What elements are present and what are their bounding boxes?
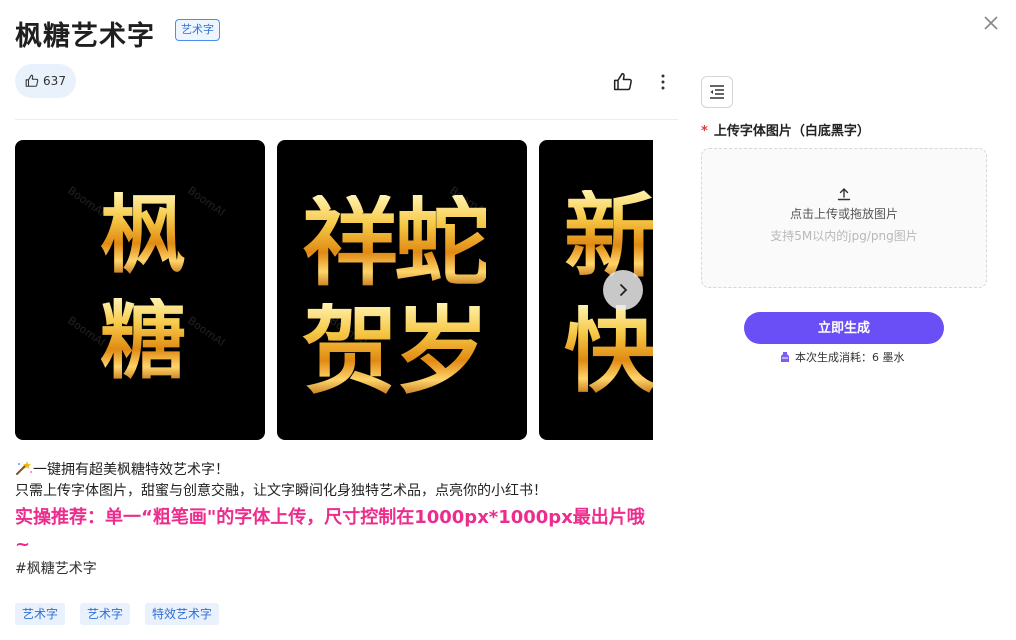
gallery-image-1[interactable]: BoomAI BoomAI BoomAI BoomAI 枫 糖 xyxy=(15,140,265,440)
tag-list: 艺术字 艺术字 特效艺术字 xyxy=(15,603,220,625)
upload-icon xyxy=(837,188,851,201)
cost-text: 本次生成消耗：6 墨水 xyxy=(795,351,905,364)
art-text: 快 xyxy=(564,305,653,397)
page-title: 枫糖艺术字 xyxy=(15,21,155,52)
chevron-right-icon xyxy=(620,284,628,296)
art-text: 祥蛇 xyxy=(302,186,490,299)
art-text: 贺岁 xyxy=(302,294,490,407)
art-text: 新 xyxy=(564,190,653,282)
tag-item[interactable]: 艺术字 xyxy=(15,603,66,625)
upload-label-text: 上传字体图片（白底黑字） xyxy=(713,124,870,139)
watermark: BoomAI xyxy=(185,183,228,220)
title-tag: 艺术字 xyxy=(175,19,220,41)
watermark: BoomAI xyxy=(185,313,228,350)
more-vertical-icon[interactable] xyxy=(655,72,671,92)
upload-dropzone[interactable]: 点击上传或拖放图片 支持5M以内的jpg/png图片 xyxy=(701,148,987,288)
image-gallery: BoomAI BoomAI BoomAI BoomAI 枫 糖 BoomAI B… xyxy=(15,140,653,440)
tag-item[interactable]: 艺术字 xyxy=(80,603,131,625)
upload-label: * 上传字体图片（白底黑字） xyxy=(701,120,870,139)
like-count: 637 xyxy=(43,74,66,88)
tip-text: 实操推荐：单一“粗笔画"的字体上传，尺寸控制在1000px*1000px最出片哦… xyxy=(15,507,645,555)
description-text-1: 一键拥有超美枫糖特效艺术字！ xyxy=(33,462,229,478)
like-count-pill[interactable]: 637 xyxy=(15,64,76,98)
description: 一键拥有超美枫糖特效艺术字！ 只需上传字体图片，甜蜜与创意交融，让文字瞬间化身独… xyxy=(15,460,655,580)
ink-bottle-icon xyxy=(781,352,789,362)
thumbs-up-icon[interactable] xyxy=(613,72,633,92)
tag-item[interactable]: 特效艺术字 xyxy=(145,603,220,625)
art-text: 枫 xyxy=(100,184,186,285)
generate-button[interactable]: 立即生成 xyxy=(744,312,944,344)
indent-icon xyxy=(710,85,724,99)
art-text: 糖 xyxy=(100,290,186,391)
upload-hint: 点击上传或拖放图片 xyxy=(789,207,898,221)
magic-wand-icon xyxy=(16,461,32,475)
gallery-image-2[interactable]: BoomAI BoomAI 祥蛇 贺岁 xyxy=(277,140,527,440)
hashtag[interactable]: #枫糖艺术字 xyxy=(15,559,655,580)
panel-collapse-button[interactable] xyxy=(701,76,733,108)
upload-format-hint: 支持5M以内的jpg/png图片 xyxy=(770,229,918,243)
gallery-next-button[interactable] xyxy=(603,270,643,310)
description-line-1: 一键拥有超美枫糖特效艺术字！ xyxy=(15,460,655,481)
description-line-2: 只需上传字体图片，甜蜜与创意交融，让文字瞬间化身独特艺术品，点亮你的小红书！ xyxy=(15,483,547,499)
thumbs-up-icon xyxy=(25,74,39,87)
close-icon[interactable] xyxy=(982,14,1000,32)
divider xyxy=(15,119,678,120)
required-mark: * xyxy=(701,124,708,139)
cost-info: 本次生成消耗：6 墨水 xyxy=(779,349,905,365)
